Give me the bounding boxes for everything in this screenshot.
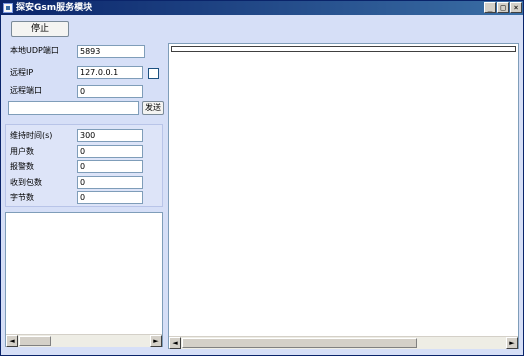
right-horizontal-scrollbar[interactable]: ◄ ► bbox=[169, 336, 518, 349]
remote-ip-checkbox[interactable] bbox=[148, 68, 159, 79]
packets-received-label: 收到包数 bbox=[10, 178, 42, 187]
title-bar[interactable]: 探安Gsm服务模块 _ □ × bbox=[1, 1, 523, 15]
send-button[interactable]: 发送 bbox=[142, 101, 164, 115]
scroll-right-icon[interactable]: ► bbox=[150, 335, 162, 347]
remote-ip-field[interactable]: 127.0.0.1 bbox=[77, 66, 143, 79]
right-log-area[interactable]: ◄ ► bbox=[168, 43, 519, 349]
log-header-strip bbox=[171, 46, 516, 52]
byte-count-field[interactable]: 0 bbox=[77, 191, 143, 204]
stop-button[interactable]: 停止 bbox=[11, 21, 69, 37]
left-log-list[interactable]: ◄ ► bbox=[5, 212, 163, 347]
remote-port-label: 远程端口 bbox=[10, 86, 42, 95]
minimize-button[interactable]: _ bbox=[484, 2, 496, 13]
local-udp-port-label: 本地UDP端口 bbox=[10, 46, 59, 55]
local-udp-port-field[interactable]: 5893 bbox=[77, 45, 145, 58]
scroll-thumb[interactable] bbox=[19, 336, 51, 346]
send-input[interactable] bbox=[8, 101, 139, 115]
left-horizontal-scrollbar[interactable]: ◄ ► bbox=[6, 334, 162, 347]
keep-time-field[interactable]: 300 bbox=[77, 129, 143, 142]
scroll-left-icon[interactable]: ◄ bbox=[6, 335, 18, 347]
user-count-label: 用户数 bbox=[10, 147, 34, 156]
byte-count-label: 字节数 bbox=[10, 193, 34, 202]
user-count-field[interactable]: 0 bbox=[77, 145, 143, 158]
alarm-count-field[interactable]: 0 bbox=[77, 160, 143, 173]
close-button[interactable]: × bbox=[510, 2, 522, 13]
main-window: 探安Gsm服务模块 _ □ × 停止 本地UDP端口 5893 远程IP 127… bbox=[0, 0, 524, 356]
remote-ip-label: 远程IP bbox=[10, 68, 34, 77]
maximize-button[interactable]: □ bbox=[497, 2, 509, 13]
alarm-count-label: 报警数 bbox=[10, 162, 34, 171]
remote-port-field[interactable]: 0 bbox=[77, 85, 143, 98]
app-icon bbox=[3, 3, 13, 13]
packets-received-field[interactable]: 0 bbox=[77, 176, 143, 189]
keep-time-label: 维持时间(s) bbox=[10, 131, 53, 140]
scroll-left-icon[interactable]: ◄ bbox=[169, 337, 181, 349]
scroll-right-icon[interactable]: ► bbox=[506, 337, 518, 349]
window-title: 探安Gsm服务模块 bbox=[16, 3, 93, 13]
scroll-thumb[interactable] bbox=[182, 338, 417, 348]
